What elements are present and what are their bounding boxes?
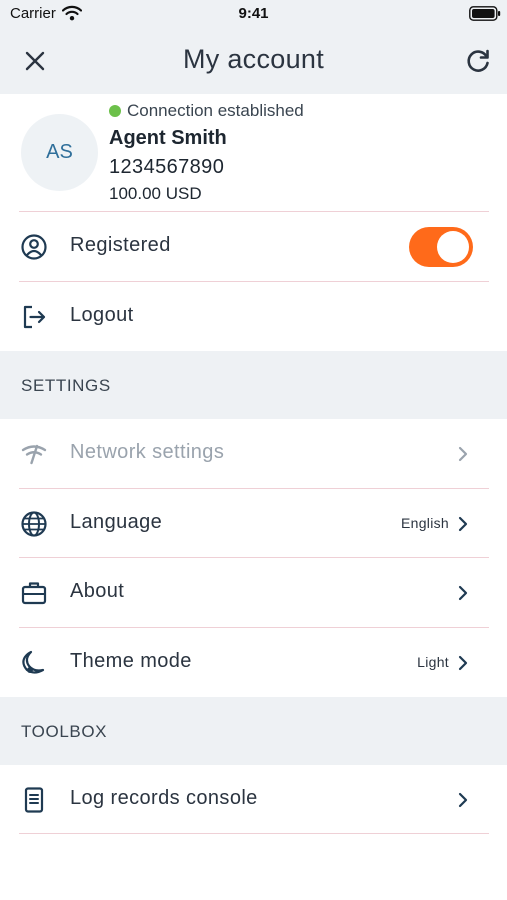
avatar: AS — [21, 114, 98, 191]
profile-number: 1234567890 — [109, 156, 225, 178]
globe-icon — [21, 511, 47, 537]
profile-card: AS Connection established Agent Smith 12… — [0, 94, 507, 212]
chevron-right-icon — [458, 446, 468, 462]
connection-status-dot — [109, 105, 121, 117]
logout-button[interactable]: Logout — [0, 282, 507, 351]
registered-toggle[interactable] — [409, 227, 473, 267]
network-settings-label: Network settings — [70, 441, 225, 463]
chevron-right-icon — [458, 655, 468, 671]
logout-label: Logout — [70, 304, 134, 326]
theme-mode-value: Light — [417, 654, 449, 670]
network-settings-item[interactable]: Network settings — [0, 419, 507, 488]
page-title: My account — [182, 44, 325, 74]
briefcase-icon — [21, 582, 47, 605]
log-document-icon — [24, 787, 44, 813]
connection-status: Connection established — [127, 101, 304, 120]
registered-row: Registered — [0, 212, 507, 281]
profile-name: Agent Smith — [109, 127, 227, 149]
status-time: 9:41 — [238, 5, 269, 22]
refresh-icon[interactable] — [462, 45, 494, 77]
language-value: English — [400, 515, 449, 531]
moon-icon — [22, 650, 45, 674]
about-item[interactable]: About — [0, 558, 507, 627]
settings-section-header: SETTINGS — [0, 351, 507, 419]
profile-balance: 100.00 USD — [109, 184, 202, 203]
logout-icon — [23, 305, 46, 329]
battery-icon — [469, 6, 501, 21]
user-circle-icon — [21, 234, 47, 260]
theme-mode-item[interactable]: Theme mode Light — [0, 628, 507, 697]
log-records-console-label: Log records console — [70, 787, 258, 809]
chevron-right-icon — [458, 792, 468, 808]
chevron-right-icon — [458, 516, 468, 532]
theme-mode-label: Theme mode — [70, 650, 192, 672]
language-label: Language — [70, 511, 163, 533]
toolbox-title: TOOLBOX — [21, 722, 108, 741]
chevron-right-icon — [458, 585, 468, 601]
status-bar: Carrier 9:41 — [0, 0, 507, 28]
log-records-console-item[interactable]: Log records console — [0, 765, 507, 834]
registered-label: Registered — [70, 234, 171, 256]
divider — [19, 833, 489, 834]
toolbox-section-header: TOOLBOX — [0, 697, 507, 765]
settings-title: SETTINGS — [21, 376, 111, 395]
toggle-knob — [437, 231, 469, 263]
app-header: My account — [0, 28, 507, 94]
about-label: About — [70, 580, 125, 602]
language-item[interactable]: Language English — [0, 489, 507, 558]
network-icon — [21, 444, 47, 465]
